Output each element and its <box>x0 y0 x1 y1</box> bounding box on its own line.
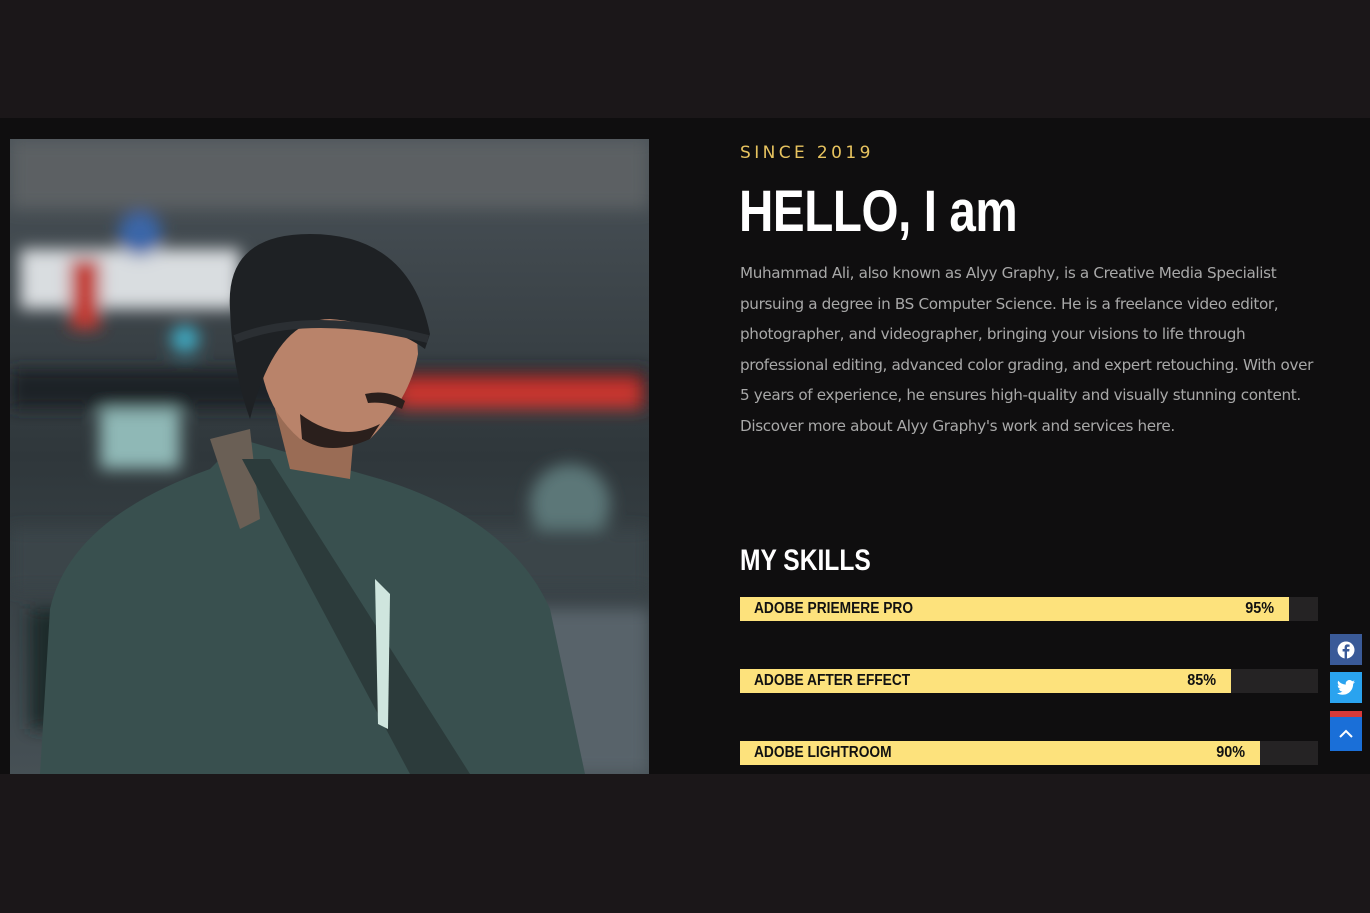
twitter-share-button[interactable] <box>1330 672 1362 703</box>
footer-band <box>0 774 1370 913</box>
skill-label: ADOBE AFTER EFFECT <box>754 672 911 689</box>
skills-title: MY SKILLS <box>740 544 871 577</box>
skill-percent: 90% <box>1216 744 1245 761</box>
since-eyebrow: SINCE 2019 <box>740 143 874 163</box>
skill-label: ADOBE PRIEMERE PRO <box>754 600 914 617</box>
portrait-photo <box>10 139 649 774</box>
skill-label: ADOBE LIGHTROOM <box>754 744 892 761</box>
skill-bar-lightroom: ADOBE LIGHTROOM 90% <box>740 741 1318 765</box>
twitter-icon <box>1337 680 1355 695</box>
skill-bar-premiere: ADOBE PRIEMERE PRO 95% <box>740 597 1318 621</box>
facebook-share-button[interactable] <box>1330 634 1362 665</box>
scroll-to-top-button[interactable] <box>1330 711 1362 751</box>
facebook-icon <box>1337 641 1355 658</box>
skill-percent: 95% <box>1245 600 1274 617</box>
chevron-up-icon <box>1339 729 1353 738</box>
hero-heading: HELLO, I am <box>739 179 1018 244</box>
header-band <box>0 0 1370 118</box>
bio-paragraph: Muhammad Ali, also known as Alyy Graphy,… <box>740 264 1313 435</box>
skill-percent: 85% <box>1187 672 1216 689</box>
skill-bar-after-effects: ADOBE AFTER EFFECT 85% <box>740 669 1318 693</box>
